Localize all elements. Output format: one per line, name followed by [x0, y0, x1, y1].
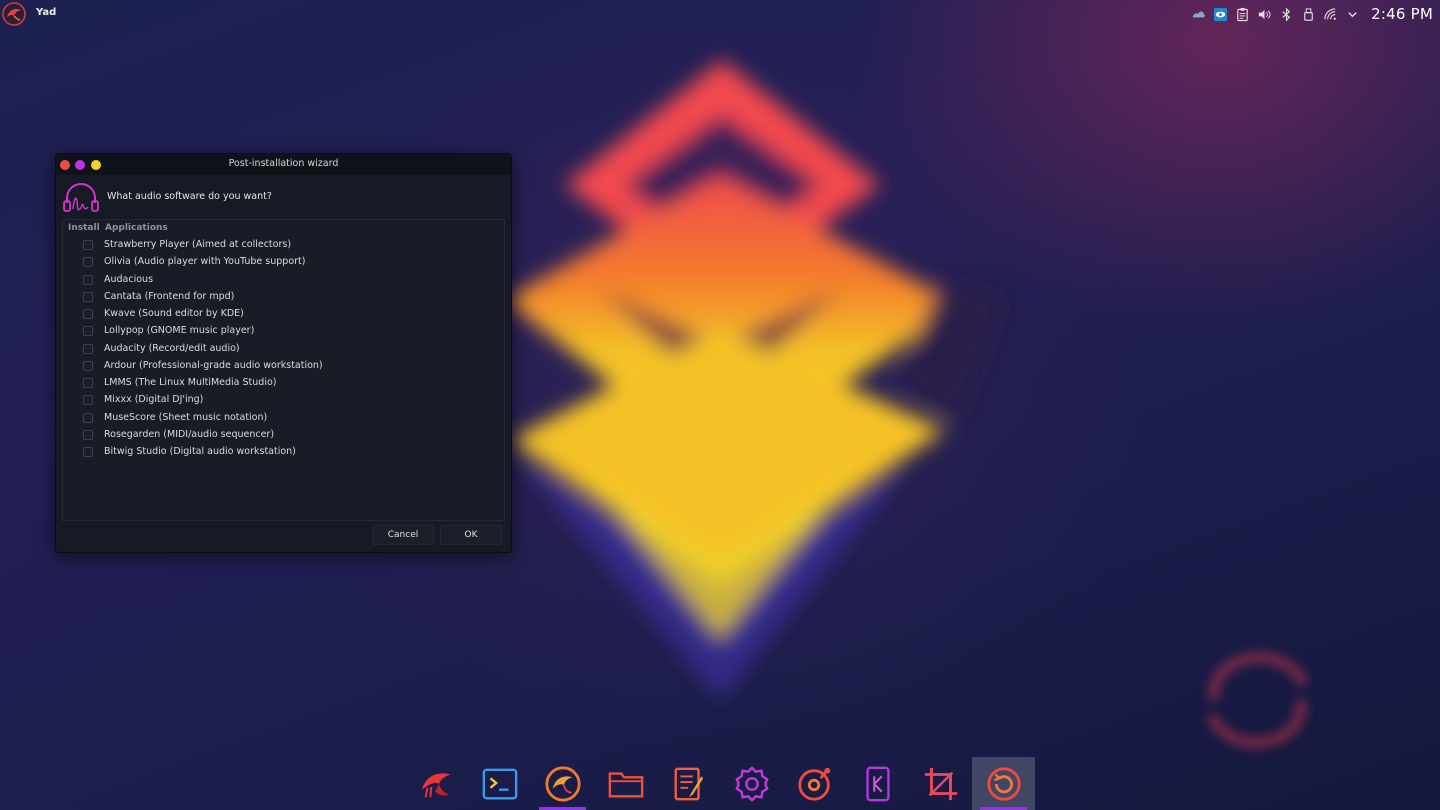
install-checkbox[interactable] — [83, 309, 93, 319]
list-item[interactable]: Audacious — [63, 272, 504, 289]
application-label: Rosegarden (MIDI/audio sequencer) — [104, 428, 275, 440]
ok-button[interactable]: OK — [440, 525, 502, 545]
list-item[interactable]: Audacity (Record/edit audio) — [63, 341, 504, 358]
application-label: Kwave (Sound editor by KDE) — [104, 308, 244, 319]
dock-item-garuda[interactable] — [405, 757, 468, 810]
settings-icon — [734, 765, 769, 802]
garuda-eagle-icon — [2, 2, 26, 26]
cancel-button[interactable]: Cancel — [372, 525, 434, 545]
column-header-install[interactable]: Install — [68, 223, 100, 233]
install-checkbox[interactable] — [83, 274, 93, 285]
install-checkbox[interactable] — [83, 429, 93, 440]
column-header-applications[interactable]: Applications — [105, 223, 168, 233]
headphones-icon — [63, 183, 99, 212]
dock-item-browser[interactable] — [531, 757, 594, 810]
dock-item-timeshift[interactable] — [972, 757, 1035, 810]
list-rows: Strawberry Player (Aimed at collectors) O… — [63, 237, 504, 461]
application-label: MuseScore (Sheet music notation) — [104, 411, 268, 423]
garuda-icon — [421, 772, 450, 797]
application-label: Mixxx (Digital DJ'ing) — [104, 394, 204, 406]
list-item[interactable]: Bitwig Studio (Digital audio workstation… — [63, 444, 504, 461]
application-label: LMMS (The Linux MultiMedia Studio) — [104, 377, 277, 388]
list-item[interactable]: Ardour (Professional-grade audio worksta… — [63, 358, 504, 375]
dialog-header: What audio software do you want? — [62, 178, 505, 218]
list-header: Install Applications — [63, 220, 504, 237]
dock-item-terminal[interactable] — [468, 757, 531, 810]
text-editor-icon — [674, 767, 703, 800]
kde-connect-icon — [865, 766, 890, 801]
dock-item-kde-connect[interactable] — [846, 757, 909, 810]
dock-item-crop-tool[interactable] — [909, 757, 972, 810]
post-install-dialog: Post-installation wizard What audio soft… — [55, 153, 512, 553]
list-item[interactable]: Kwave (Sound editor by KDE) — [63, 306, 504, 323]
install-checkbox[interactable] — [83, 378, 93, 388]
clock[interactable]: 2:46 PM — [1363, 5, 1440, 23]
list-item[interactable]: Olivia (Audio player with YouTube suppor… — [63, 254, 504, 271]
weather-icon[interactable] — [1187, 0, 1209, 28]
crop-tool-icon — [924, 767, 957, 800]
install-checkbox[interactable] — [83, 360, 93, 371]
install-checkbox[interactable] — [83, 412, 93, 423]
list-item[interactable]: Rosegarden (MIDI/audio sequencer) — [63, 427, 504, 444]
list-item[interactable]: MuseScore (Sheet music notation) — [63, 410, 504, 427]
music-player-icon — [797, 767, 830, 801]
usb-device-icon[interactable] — [1297, 0, 1319, 28]
list-item[interactable]: Strawberry Player (Aimed at collectors) — [63, 237, 504, 254]
application-label: Strawberry Player (Aimed at collectors) — [104, 239, 292, 250]
install-checkbox[interactable] — [83, 395, 93, 406]
browser-icon — [544, 765, 581, 802]
wifi-icon[interactable] — [1319, 0, 1341, 28]
terminal-icon — [482, 768, 517, 799]
bluetooth-icon[interactable] — [1275, 0, 1297, 28]
window-titlebar[interactable]: Post-installation wizard — [56, 154, 511, 175]
clipboard-icon[interactable] — [1231, 0, 1253, 28]
app-launcher-button[interactable] — [1, 1, 27, 27]
install-checkbox[interactable] — [83, 326, 93, 337]
application-label: Cantata (Frontend for mpd) — [104, 290, 235, 302]
screenshot-icon[interactable] — [1209, 0, 1231, 28]
volume-icon[interactable] — [1253, 0, 1275, 28]
dock-item-files[interactable] — [594, 757, 657, 810]
chevron-down-icon[interactable] — [1341, 0, 1363, 28]
install-checkbox[interactable] — [83, 447, 93, 457]
bottom-dock — [405, 757, 1035, 810]
top-panel: Yad 2:46 PM — [0, 0, 1440, 28]
install-checkbox[interactable] — [83, 240, 93, 250]
active-window-title: Yad — [36, 7, 57, 18]
install-checkbox[interactable] — [83, 343, 93, 354]
application-label: Audacious — [104, 273, 154, 285]
list-item[interactable]: LMMS (The Linux MultiMedia Studio) — [63, 375, 504, 392]
install-checkbox[interactable] — [83, 291, 93, 302]
dialog-question: What audio software do you want? — [107, 191, 272, 202]
timeshift-icon — [986, 766, 1021, 801]
dialog-button-bar: Cancel OK — [56, 522, 511, 548]
application-label: Ardour (Professional-grade audio worksta… — [104, 359, 323, 371]
dock-item-settings[interactable] — [720, 757, 783, 810]
list-item[interactable]: Cantata (Frontend for mpd) — [63, 289, 504, 306]
list-item[interactable]: Mixxx (Digital DJ'ing) — [63, 392, 504, 409]
dock-item-music-player[interactable] — [783, 757, 846, 810]
install-checkbox[interactable] — [83, 257, 93, 268]
applications-list: Install Applications Strawberry Player (… — [62, 219, 505, 521]
window-title: Post-installation wizard — [228, 158, 339, 169]
application-label: Bitwig Studio (Digital audio workstation… — [104, 446, 296, 457]
application-label: Lollypop (GNOME music player) — [104, 325, 255, 337]
list-item[interactable]: Lollypop (GNOME music player) — [63, 323, 504, 340]
system-tray: 2:46 PM — [1187, 0, 1440, 28]
application-label: Olivia (Audio player with YouTube suppor… — [104, 256, 306, 268]
application-label: Audacity (Record/edit audio) — [104, 342, 240, 354]
dock-item-text-editor[interactable] — [657, 757, 720, 810]
files-icon — [608, 771, 643, 798]
